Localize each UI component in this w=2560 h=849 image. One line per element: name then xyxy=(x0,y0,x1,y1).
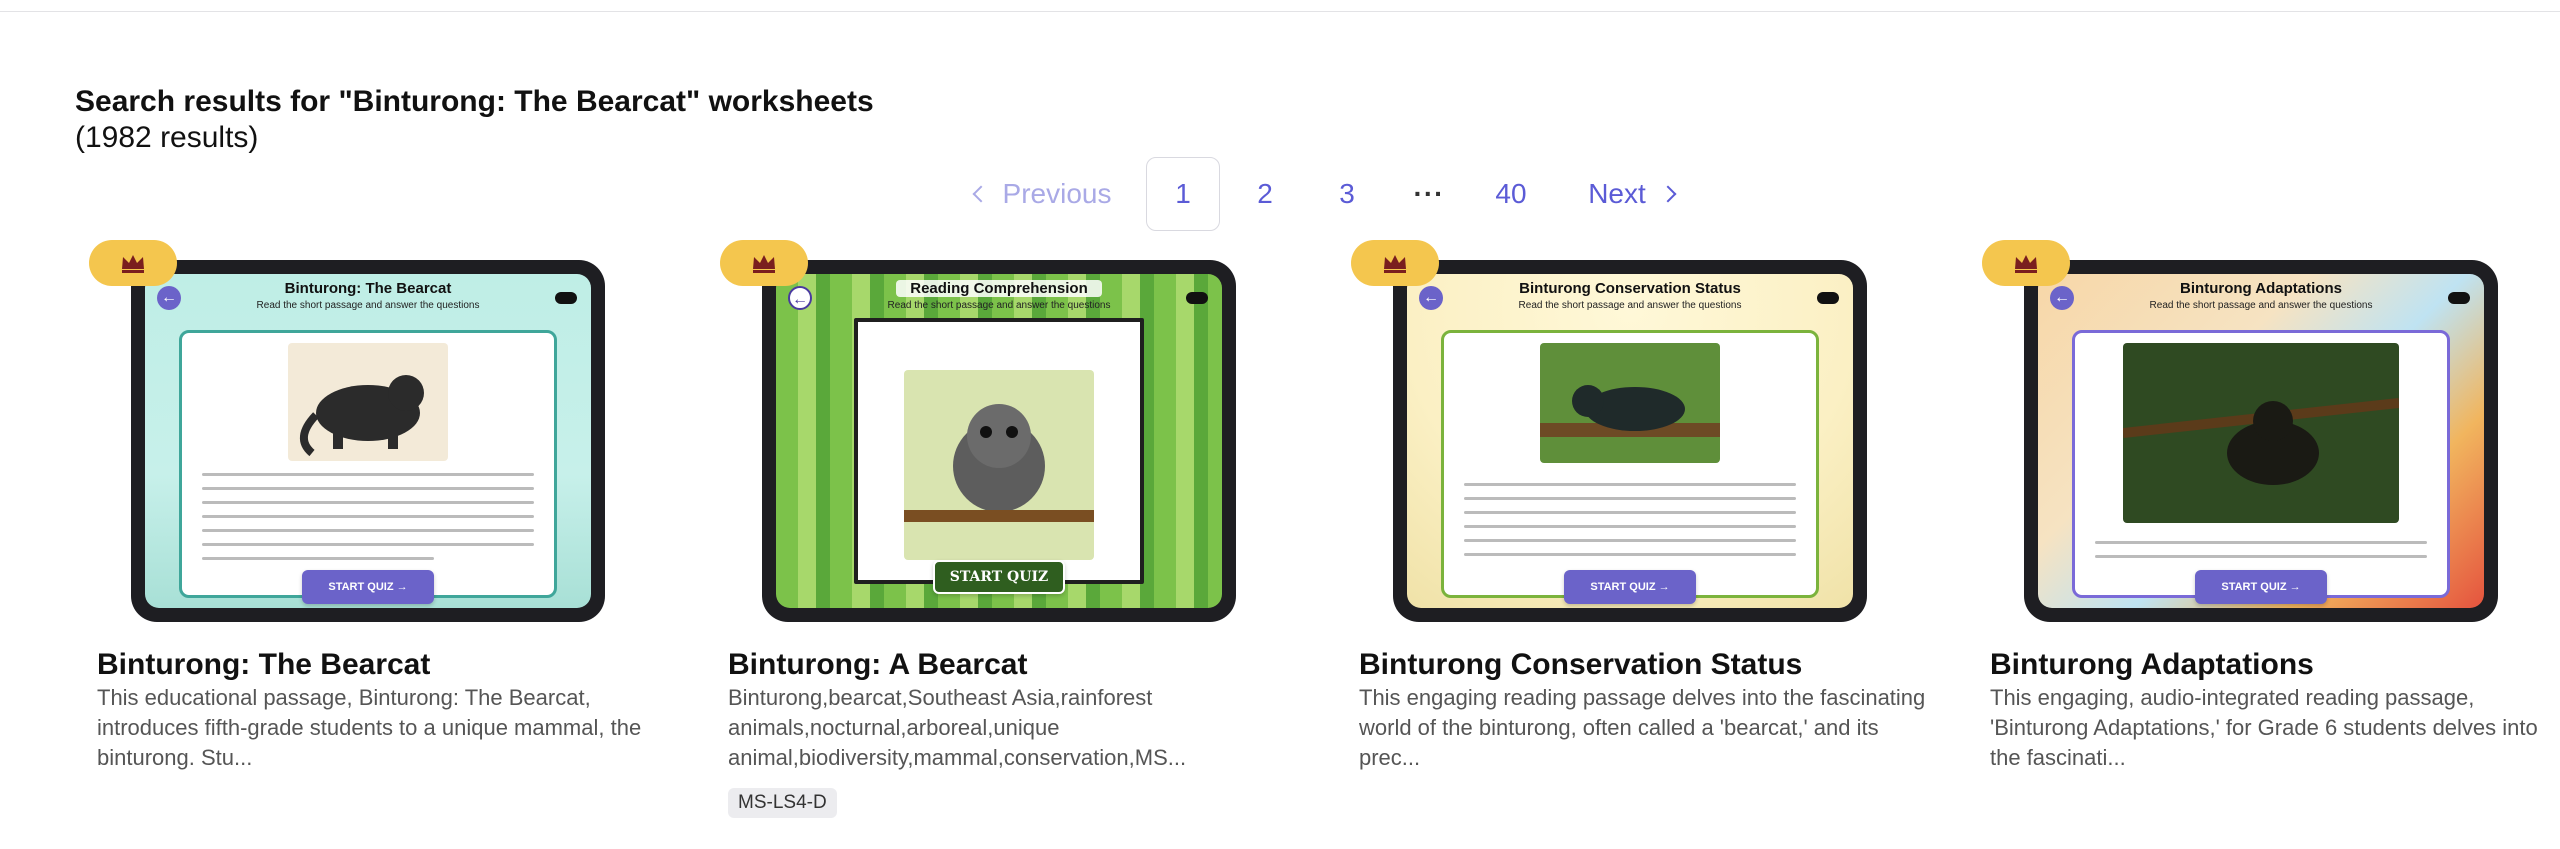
next-page-button[interactable]: Next xyxy=(1576,157,1686,231)
preview-subtitle: Read the short passage and answer the qu… xyxy=(2149,300,2373,311)
binturong-illustration xyxy=(1540,343,1720,463)
binturong-illustration xyxy=(288,343,448,461)
worksheet-thumbnail[interactable]: ← Binturong: The Bearcat Read the short … xyxy=(75,236,675,636)
worksheet-preview: ← Binturong Conservation Status Read the… xyxy=(1407,274,1853,608)
passage-text-lines xyxy=(202,473,534,571)
pagination: Previous 1 2 3 ··· 40 Next xyxy=(948,157,1686,231)
worksheet-thumbnail[interactable]: ← Binturong Conservation Status Read the… xyxy=(1337,236,1937,636)
page-button-3[interactable]: 3 xyxy=(1310,157,1384,231)
start-quiz-button[interactable]: START QUIZ → xyxy=(1564,570,1696,604)
tablet-frame: ← Binturong Adaptations Read the short p… xyxy=(2024,260,2498,622)
worksheet-thumbnail[interactable]: ← Reading Comprehension Read the short p… xyxy=(706,236,1306,636)
worksheet-thumbnail[interactable]: ← Binturong Adaptations Read the short p… xyxy=(1968,236,2560,636)
card-description: This engaging reading passage delves int… xyxy=(1359,685,1926,770)
previous-label: Previous xyxy=(1002,178,1112,209)
page-button-40[interactable]: 40 xyxy=(1474,157,1548,231)
top-nav-border xyxy=(0,0,2560,12)
worksheet-card[interactable]: ← Reading Comprehension Read the short p… xyxy=(706,236,1306,836)
passage-panel xyxy=(2072,330,2450,598)
start-quiz-button[interactable]: START QUIZ xyxy=(933,560,1065,594)
previous-page-button[interactable]: Previous xyxy=(948,157,1138,231)
card-title[interactable]: Binturong: The Bearcat xyxy=(97,648,430,682)
binturong-illustration xyxy=(904,370,1094,560)
standard-tag[interactable]: MS-LS4-D xyxy=(728,788,837,818)
card-description: This engaging, audio-integrated reading … xyxy=(1990,685,2538,770)
preview-subtitle: Read the short passage and answer the qu… xyxy=(1518,300,1742,311)
pagination-ellipsis: ··· xyxy=(1413,178,1445,209)
page-button-2[interactable]: 2 xyxy=(1228,157,1302,231)
tablet-frame: ← Reading Comprehension Read the short p… xyxy=(762,260,1236,622)
crown-icon xyxy=(753,255,775,273)
premium-badge xyxy=(1351,240,1439,286)
crown-icon xyxy=(1384,255,1406,273)
worksheet-card[interactable]: ← Binturong: The Bearcat Read the short … xyxy=(75,236,675,836)
tablet-frame: ← Binturong Conservation Status Read the… xyxy=(1393,260,1867,622)
preview-title: Binturong Conservation Status xyxy=(1519,280,1741,297)
worksheet-preview: ← Binturong Adaptations Read the short p… xyxy=(2038,274,2484,608)
search-results-heading: Search results for "Binturong: The Bearc… xyxy=(75,84,874,156)
preview-subtitle: Read the short passage and answer the qu… xyxy=(887,300,1111,311)
next-label: Next xyxy=(1588,178,1646,209)
search-results-count: (1982 results) xyxy=(75,121,259,154)
search-results-title: Search results for "Binturong: The Bearc… xyxy=(75,85,874,118)
crown-icon xyxy=(122,255,144,273)
passage-text-lines xyxy=(2095,541,2427,569)
start-quiz-button[interactable]: START QUIZ → xyxy=(302,570,434,604)
worksheet-card[interactable]: ← Binturong Conservation Status Read the… xyxy=(1337,236,1937,836)
passage-panel xyxy=(179,330,557,598)
preview-subtitle: Read the short passage and answer the qu… xyxy=(256,300,480,311)
start-quiz-button[interactable]: START QUIZ → xyxy=(2195,570,2327,604)
preview-title: Binturong Adaptations xyxy=(2180,280,2342,297)
preview-title: Reading Comprehension xyxy=(896,280,1102,297)
worksheet-preview: ← Binturong: The Bearcat Read the short … xyxy=(145,274,591,608)
worksheet-preview: ← Reading Comprehension Read the short p… xyxy=(776,274,1222,608)
tablet-frame: ← Binturong: The Bearcat Read the short … xyxy=(131,260,605,622)
passage-panel xyxy=(1441,330,1819,598)
card-description: Binturong,bearcat,Southeast Asia,rainfor… xyxy=(728,685,1187,770)
chevron-right-icon xyxy=(1659,185,1677,203)
premium-badge xyxy=(720,240,808,286)
premium-badge xyxy=(89,240,177,286)
card-title[interactable]: Binturong Adaptations xyxy=(1990,648,2314,682)
worksheet-card[interactable]: ← Binturong Adaptations Read the short p… xyxy=(1968,236,2560,836)
card-title[interactable]: Binturong Conservation Status xyxy=(1359,648,1802,682)
passage-text-lines xyxy=(1464,483,1796,567)
card-description: This educational passage, Binturong: The… xyxy=(97,685,642,770)
card-title[interactable]: Binturong: A Bearcat xyxy=(728,648,1027,682)
binturong-illustration xyxy=(2123,343,2399,523)
crown-icon xyxy=(2015,255,2037,273)
passage-panel xyxy=(854,318,1144,584)
preview-title: Binturong: The Bearcat xyxy=(284,280,452,297)
page-button-1[interactable]: 1 xyxy=(1146,157,1220,231)
premium-badge xyxy=(1982,240,2070,286)
chevron-left-icon xyxy=(972,185,990,203)
